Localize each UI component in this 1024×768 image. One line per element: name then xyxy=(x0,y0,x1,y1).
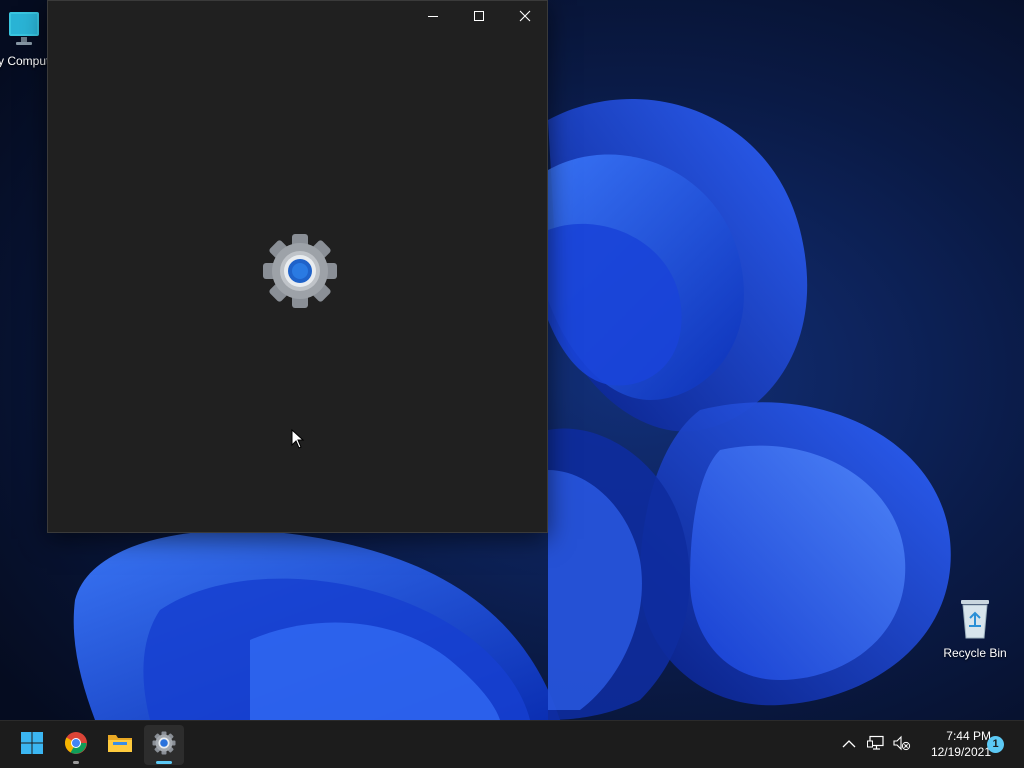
system-clock[interactable]: 7:44 PM 12/19/2021 xyxy=(917,728,991,760)
recycle-bin-icon xyxy=(937,596,1013,643)
show-hidden-icons-button[interactable] xyxy=(838,731,860,759)
file-explorer-taskbar-button[interactable] xyxy=(100,725,140,765)
active-indicator xyxy=(156,761,172,764)
clock-date: 12/19/2021 xyxy=(930,745,991,759)
start-button[interactable] xyxy=(12,725,52,765)
desktop-icon-label: Recycle Bin xyxy=(943,646,1007,660)
clock-time: 7:44 PM xyxy=(946,729,991,743)
maximize-button[interactable] xyxy=(456,1,502,34)
volume-tray-button[interactable] xyxy=(891,731,913,759)
window-titlebar[interactable] xyxy=(48,1,547,34)
network-icon xyxy=(867,735,885,756)
maximize-icon xyxy=(473,9,485,27)
volume-muted-icon xyxy=(893,735,911,756)
windows-start-icon xyxy=(20,731,44,760)
running-indicator xyxy=(73,761,79,764)
chrome-taskbar-button[interactable] xyxy=(56,725,96,765)
taskbar: 7:44 PM 12/19/2021 1 xyxy=(0,720,1024,768)
mouse-cursor-icon xyxy=(291,428,305,454)
minimize-icon xyxy=(427,9,439,27)
close-icon xyxy=(519,9,531,27)
minimize-button[interactable] xyxy=(410,1,456,34)
notification-badge[interactable]: 1 xyxy=(987,736,1004,753)
file-explorer-icon xyxy=(107,732,133,759)
desktop: My Computer Recycle Bin xyxy=(0,0,1024,768)
network-tray-button[interactable] xyxy=(865,731,887,759)
chevron-up-icon xyxy=(842,736,856,754)
chrome-icon xyxy=(64,731,88,760)
close-button[interactable] xyxy=(502,1,548,34)
settings-taskbar-button[interactable] xyxy=(144,725,184,765)
gear-icon xyxy=(262,233,338,314)
desktop-icon-recycle-bin[interactable]: Recycle Bin xyxy=(937,596,1013,660)
settings-gear-icon xyxy=(152,731,176,760)
